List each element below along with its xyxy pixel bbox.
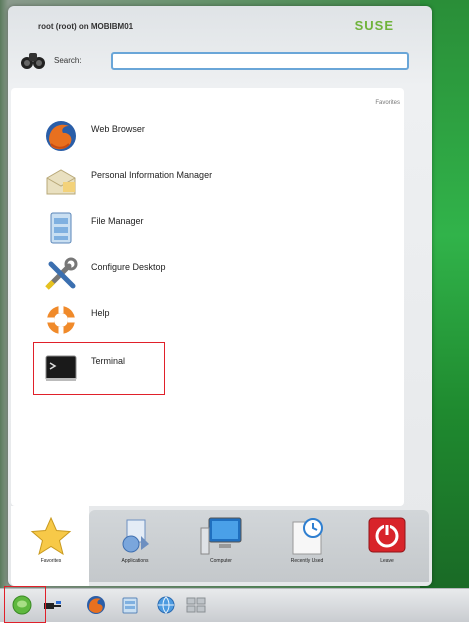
launcher-tab-bar: Favorites Applications Computer Recently…	[8, 506, 432, 586]
recent-icon	[292, 518, 323, 555]
search-input[interactable]	[111, 52, 409, 70]
tools-icon	[45, 257, 78, 290]
binoculars-icon	[21, 53, 45, 69]
tab-leave[interactable]: Leave	[352, 516, 422, 582]
favorite-item-label: Web Browser	[91, 124, 145, 134]
computer-icon	[200, 517, 242, 555]
favorite-item-help[interactable]: Help	[43, 302, 343, 342]
terminal-highlight-box	[33, 342, 165, 395]
favorite-item-web-browser[interactable]: Web Browser	[43, 118, 343, 158]
suse-brand: SUSE	[354, 18, 394, 33]
applications-icon	[122, 519, 149, 553]
favorite-item-label: Configure Desktop	[91, 262, 166, 272]
search-label: Search:	[54, 56, 82, 65]
desktop-pager-icon[interactable]	[186, 595, 206, 615]
favorite-item-label: File Manager	[91, 216, 144, 226]
firefox-icon	[46, 121, 76, 151]
firefox-icon[interactable]	[86, 595, 106, 615]
tab-favorites[interactable]: Favorites	[16, 516, 86, 582]
tab-recently-used[interactable]: Recently Used	[272, 516, 342, 582]
favorite-item-label: Help	[91, 308, 110, 318]
file-manager-icon[interactable]	[120, 595, 140, 615]
favorites-panel: Favorites Web Browser Personal Informati…	[11, 88, 404, 506]
user-host-label: root (root) on MOBIBM01	[38, 22, 134, 31]
favorite-item-configure-desktop[interactable]: Configure Desktop	[43, 256, 343, 296]
tab-label: Leave	[380, 558, 394, 564]
star-icon	[30, 516, 72, 556]
power-icon	[368, 517, 406, 553]
tab-label: Favorites	[40, 558, 62, 564]
taskbar	[0, 588, 469, 622]
browser-icon[interactable]	[156, 595, 176, 615]
file-manager-icon	[50, 212, 72, 244]
tab-computer[interactable]: Computer	[186, 516, 256, 582]
favorite-item-file-manager[interactable]: File Manager	[43, 210, 343, 250]
panel-title: Favorites	[375, 100, 400, 106]
launcher-header: root (root) on MOBIBM01 SUSE Search:	[8, 6, 432, 86]
favorite-item-label: Personal Information Manager	[91, 170, 213, 180]
start-button-highlight-box	[4, 586, 46, 623]
lifebuoy-icon	[47, 306, 75, 334]
tab-applications[interactable]: Applications	[100, 516, 170, 582]
kickoff-launcher: root (root) on MOBIBM01 SUSE Search: Fav…	[8, 6, 432, 586]
tab-label: Recently Used	[290, 558, 324, 564]
tab-label: Applications	[121, 558, 149, 564]
pim-icon	[46, 169, 76, 195]
favorite-item-pim[interactable]: Personal Information Manager	[43, 164, 343, 204]
tab-label: Computer	[210, 558, 232, 564]
